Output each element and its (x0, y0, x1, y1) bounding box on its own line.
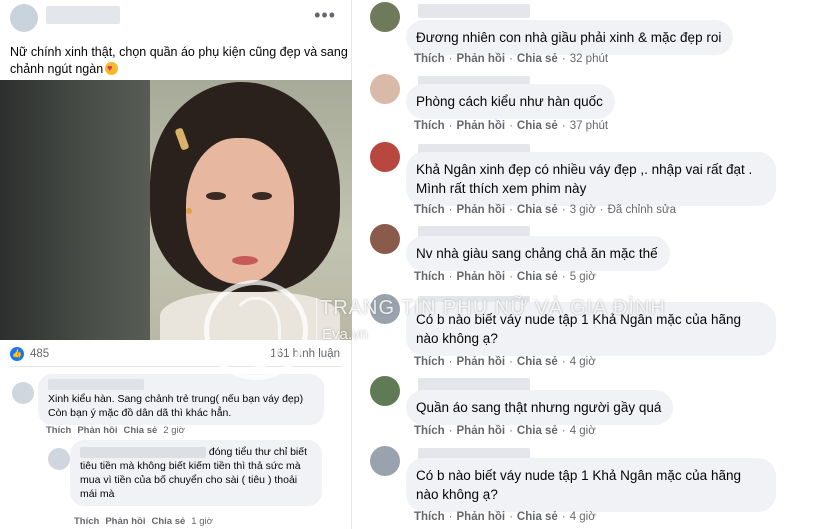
like-action[interactable]: Thích (46, 425, 71, 436)
eva-logo-watermark-icon (204, 280, 308, 380)
commenter-avatar[interactable] (370, 142, 400, 172)
post-author-name-redacted (46, 6, 120, 24)
reply-action[interactable]: Phản hồi (457, 120, 506, 132)
comment-time[interactable]: 4 giờ (570, 425, 596, 437)
comment-actions: Thích · Phản hồi · Chia sẻ · 4 giờ (414, 425, 596, 437)
comment-time[interactable]: 3 giờ (570, 204, 596, 216)
comment-time[interactable]: 2 giờ (163, 425, 185, 436)
comment-text-part2: tiêu tiền mà không biết kiếm tiền thì th… (80, 460, 301, 500)
commenter-name-redacted (48, 379, 144, 390)
comment-time[interactable]: 4 giờ (570, 511, 596, 523)
commenter-avatar[interactable] (370, 446, 400, 476)
heart-eyes-emoji-icon (105, 60, 119, 77)
photo-background-left (0, 80, 150, 340)
like-reaction-icon[interactable]: 👍 (10, 347, 24, 361)
photo-eye-left (206, 192, 226, 200)
comment-time[interactable]: 37 phút (570, 120, 608, 132)
comment-time[interactable]: 5 giờ (570, 271, 596, 283)
share-action[interactable]: Chia sẻ (123, 425, 157, 436)
commenter-name-redacted (418, 4, 530, 18)
post-header: ••• (0, 0, 352, 40)
comment-bubble: Phòng cách kiểu như hàn quốc (406, 84, 615, 119)
like-action[interactable]: Thích (414, 425, 445, 437)
photo-lips (232, 256, 258, 265)
share-action[interactable]: Chia sẻ (151, 516, 185, 527)
like-action[interactable]: Thích (414, 204, 445, 216)
reply-action[interactable]: Phản hồi (105, 516, 145, 527)
comment-time[interactable]: 4 giờ (570, 356, 596, 368)
comment-actions: Thích · Phản hồi · Chia sẻ · 5 giờ (414, 271, 596, 283)
post-caption-text: Nữ chính xinh thật, chọn quần áo phụ kiệ… (10, 45, 348, 76)
commenter-avatar[interactable] (370, 224, 400, 254)
commenter-avatar[interactable] (370, 74, 400, 104)
commenter-avatar[interactable] (370, 376, 400, 406)
comment-text: Phòng cách kiểu như hàn quốc (416, 94, 603, 109)
commenter-avatar[interactable] (48, 448, 70, 470)
commenter-name-redacted (80, 446, 206, 458)
reply-action[interactable]: Phản hồi (457, 425, 506, 437)
comment-bubble: Đương nhiên con nhà giầu phải xinh & mặc… (406, 20, 734, 55)
share-action[interactable]: Chia sẻ (517, 425, 558, 437)
share-action[interactable]: Chia sẻ (517, 356, 558, 368)
comment-bubble: đóng tiểu thư chỉ biết tiêu tiền mà khôn… (70, 440, 322, 506)
like-action[interactable]: Thích (414, 356, 445, 368)
comment-actions: Thích · Phản hồi · Chia sẻ · 32 phút (414, 53, 609, 65)
comment-text: Xinh kiểu hàn. Sang chảnh trẻ trung( nếu… (48, 393, 304, 419)
photo-earring (186, 208, 192, 214)
comment-bubble: Nv nhà giàu sang chảng chả ăn mặc thế (406, 236, 670, 271)
like-count[interactable]: 485 (30, 348, 49, 360)
reply-action[interactable]: Phản hồi (457, 356, 506, 368)
comment-actions: Thích · Phản hồi · Chia sẻ · 4 giờ (414, 356, 596, 368)
comment-text: Nv nhà giàu sang chảng chả ăn mặc thế (416, 246, 658, 261)
like-action[interactable]: Thích (74, 516, 99, 527)
like-action[interactable]: Thích (414, 53, 445, 65)
reply-action[interactable]: Phản hồi (457, 511, 506, 523)
comment-text: Khả Ngân xinh đẹp có nhiều váy đẹp ,. nh… (416, 162, 753, 196)
comment-time[interactable]: 32 phút (570, 53, 608, 65)
comment-bubble: Xinh kiểu hàn. Sang chảnh trẻ trung( nếu… (38, 374, 324, 425)
watermark-divider (316, 298, 317, 348)
comment-text-part1: đóng tiểu thư chỉ biết (208, 446, 308, 458)
reply-action[interactable]: Phản hồi (457, 271, 506, 283)
post-photo[interactable] (0, 80, 352, 340)
like-action[interactable]: Thích (414, 120, 445, 132)
like-action[interactable]: Thích (414, 511, 445, 523)
share-action[interactable]: Chia sẻ (517, 120, 558, 132)
comment-text: Có b nào biết váy nude tập 1 Khả Ngân mặ… (416, 468, 741, 502)
divider (10, 366, 342, 367)
comment-actions: Thích · Phản hồi · Chia sẻ · 37 phút (414, 120, 609, 132)
commenter-avatar[interactable] (370, 2, 400, 32)
comment-list: Đương nhiên con nhà giầu phải xinh & mặc… (354, 0, 817, 529)
comment-bubble: Có b nào biết váy nude tập 1 Khả Ngân mặ… (406, 458, 776, 512)
share-action[interactable]: Chia sẻ (517, 511, 558, 523)
comment-bubble: Khả Ngân xinh đẹp có nhiều váy đẹp ,. nh… (406, 152, 776, 206)
post-caption: Nữ chính xinh thật, chọn quần áo phụ kiệ… (10, 44, 348, 78)
share-action[interactable]: Chia sẻ (517, 53, 558, 65)
comment-time[interactable]: 1 giờ (191, 516, 213, 527)
comment-actions: Thích · Phản hồi · Chia sẻ · 4 giờ (414, 511, 596, 523)
share-action[interactable]: Chia sẻ (517, 204, 558, 216)
edited-label: Đã chỉnh sửa (607, 204, 677, 216)
comment-actions: Thích Phản hồi Chia sẻ 2 giờ (46, 425, 185, 436)
comment-actions: Thích Phản hồi Chia sẻ 1 giờ (74, 516, 213, 527)
more-options-icon[interactable]: ••• (314, 6, 336, 24)
comment-text: Đương nhiên con nhà giầu phải xinh & mặc… (416, 30, 722, 45)
reply-action[interactable]: Phản hồi (457, 204, 506, 216)
reply-action[interactable]: Phản hồi (77, 425, 117, 436)
like-action[interactable]: Thích (414, 271, 445, 283)
facebook-post: ••• Nữ chính xinh thật, chọn quần áo phụ… (0, 0, 352, 529)
share-action[interactable]: Chia sẻ (517, 271, 558, 283)
comment-text: Quần áo sang thật nhưng người gầy quá (416, 400, 662, 415)
comment-bubble: Quần áo sang thật nhưng người gầy quá (406, 390, 674, 425)
photo-eye-right (252, 192, 272, 200)
reply-action[interactable]: Phản hồi (457, 53, 506, 65)
comment-actions: Thích · Phản hồi · Chia sẻ · 3 giờ · Đã chỉnh sử… (414, 204, 677, 216)
watermark-site: Eva.vn (322, 326, 368, 343)
watermark-title: TRANG TIN PHỤ NỮ VÀ GIA ĐÌNH (320, 297, 666, 319)
commenter-avatar[interactable] (12, 382, 34, 404)
post-author-avatar[interactable] (10, 4, 38, 32)
